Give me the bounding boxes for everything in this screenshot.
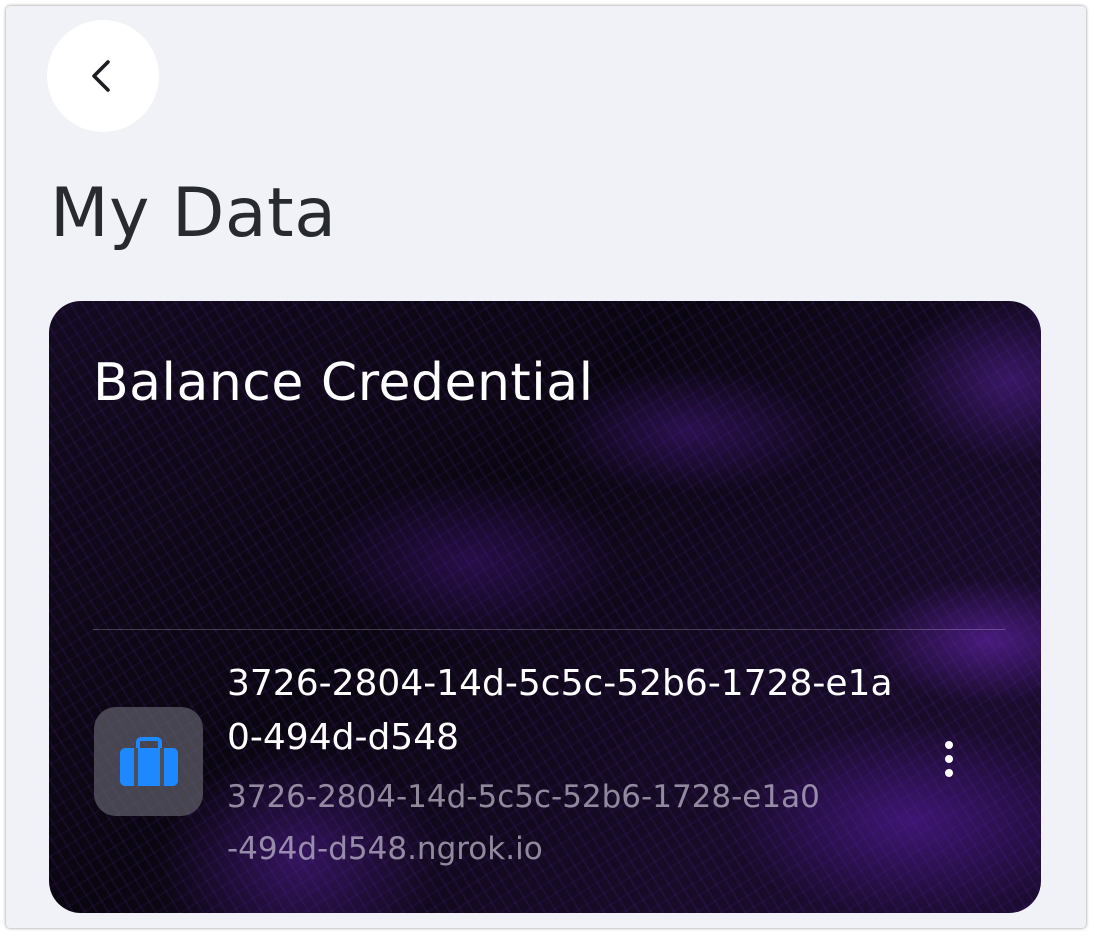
more-options-button[interactable]: [929, 729, 969, 789]
more-vertical-icon-dot: [945, 755, 953, 763]
entry-name: 3726-2804-14d-5c5c-52b6-1728-e1a0-494d-d…: [227, 663, 893, 758]
briefcase-icon: [119, 736, 178, 786]
balance-credential-card[interactable]: Balance Credential 3726-2804-14d-5c5c-52…: [49, 301, 1041, 913]
card-divider: [93, 629, 1005, 630]
back-button[interactable]: [47, 20, 159, 132]
page-title: My Data: [50, 174, 337, 253]
card-title: Balance Credential: [93, 353, 594, 413]
entry-icon-tile: [94, 707, 203, 816]
more-vertical-icon: [945, 741, 953, 749]
chevron-left-icon: [92, 60, 110, 92]
entry-url: 3726-2804-14d-5c5c-52b6-1728-e1a0-494d-d…: [227, 779, 820, 867]
my-data-screen: My Data Balance Credential 3726-2804-14d…: [6, 6, 1086, 928]
more-vertical-icon-dot: [945, 769, 953, 777]
